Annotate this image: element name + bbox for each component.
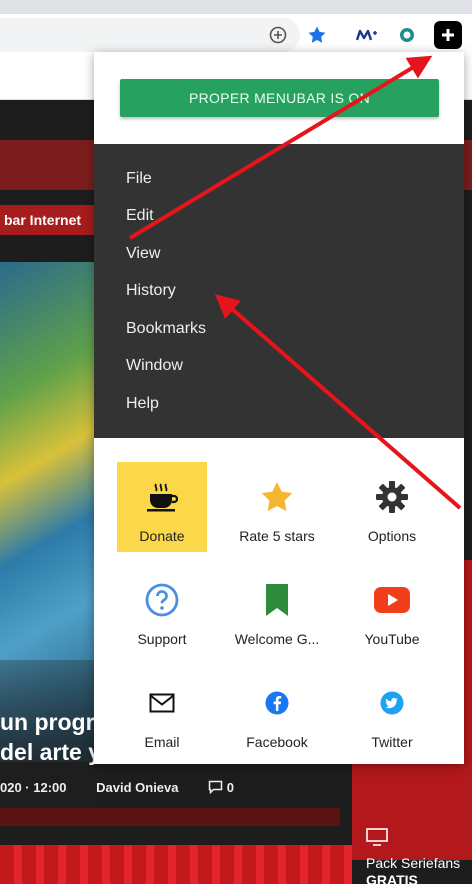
bookmark-icon bbox=[264, 583, 290, 617]
help-circle-icon bbox=[145, 583, 179, 617]
address-bar[interactable] bbox=[0, 18, 300, 52]
welcome-guide-button[interactable]: Welcome G... bbox=[232, 565, 322, 655]
menu-item-file[interactable]: File bbox=[126, 170, 152, 188]
tile-label: Twitter bbox=[371, 734, 413, 750]
menu-item-edit[interactable]: Edit bbox=[126, 207, 154, 225]
action-grid: Donate Rate 5 stars Options Support Welc… bbox=[94, 438, 464, 764]
gear-icon bbox=[375, 480, 409, 514]
site-nav-link[interactable]: bar Internet bbox=[4, 212, 81, 228]
extension-circle-icon[interactable] bbox=[394, 22, 420, 48]
facebook-icon bbox=[265, 686, 289, 720]
support-button[interactable]: Support bbox=[117, 565, 207, 655]
article-headline[interactable]: un progr del arte y bbox=[0, 707, 101, 767]
menu-item-help[interactable]: Help bbox=[126, 395, 159, 413]
tile-label: Support bbox=[137, 631, 187, 647]
email-icon bbox=[149, 686, 175, 720]
menu-item-bookmarks[interactable]: Bookmarks bbox=[126, 320, 206, 338]
tile-label: Rate 5 stars bbox=[239, 528, 315, 544]
article-date: 020 · 12:00 bbox=[0, 780, 67, 795]
donate-button[interactable]: Donate bbox=[117, 462, 207, 552]
email-button[interactable]: Email bbox=[117, 668, 207, 758]
promo-text[interactable]: Pack Seriefans GRATIS bbox=[366, 855, 460, 884]
bookmark-star-icon[interactable] bbox=[304, 22, 330, 48]
article-author[interactable]: David Onieva bbox=[96, 780, 178, 795]
options-button[interactable]: Options bbox=[347, 462, 437, 552]
youtube-icon bbox=[374, 583, 410, 617]
popup-header: PROPER MENUBAR IS ON bbox=[94, 52, 464, 144]
menu-item-view[interactable]: View bbox=[126, 245, 160, 263]
tile-label: Options bbox=[367, 528, 417, 544]
comment-icon bbox=[208, 780, 223, 795]
tile-label: Welcome G... bbox=[234, 631, 320, 647]
browser-toolbar bbox=[0, 14, 472, 56]
tile-label: Donate bbox=[139, 528, 185, 544]
facebook-button[interactable]: Facebook bbox=[232, 668, 322, 758]
proper-menubar-extension-icon[interactable] bbox=[434, 21, 462, 49]
movistar-plus-icon[interactable] bbox=[354, 22, 380, 48]
article-meta: 020 · 12:00 David Onieva 0 bbox=[0, 780, 260, 795]
twitter-icon bbox=[380, 686, 404, 720]
rate-5-stars-button[interactable]: Rate 5 stars bbox=[232, 462, 322, 552]
menu-item-window[interactable]: Window bbox=[126, 357, 183, 375]
proper-menubar-popup: PROPER MENUBAR IS ON File Edit View Hist… bbox=[94, 52, 464, 764]
menubar-status-button[interactable]: PROPER MENUBAR IS ON bbox=[120, 79, 439, 117]
twitter-button[interactable]: Twitter bbox=[347, 668, 437, 758]
article-footer-band bbox=[0, 808, 340, 826]
menubar-list: File Edit View History Bookmarks Window … bbox=[94, 144, 464, 438]
tv-icon bbox=[366, 828, 388, 846]
coffee-cup-icon bbox=[146, 480, 178, 514]
star-icon bbox=[260, 480, 294, 514]
menu-item-history[interactable]: History bbox=[126, 282, 176, 300]
tile-label: Email bbox=[144, 734, 180, 750]
comments-count[interactable]: 0 bbox=[208, 780, 234, 795]
tile-label: Facebook bbox=[246, 734, 308, 750]
promo-banner[interactable] bbox=[0, 845, 352, 884]
browser-tabstrip bbox=[0, 0, 472, 14]
youtube-button[interactable]: YouTube bbox=[347, 565, 437, 655]
add-circle-icon[interactable] bbox=[265, 22, 291, 48]
tile-label: YouTube bbox=[364, 631, 420, 647]
